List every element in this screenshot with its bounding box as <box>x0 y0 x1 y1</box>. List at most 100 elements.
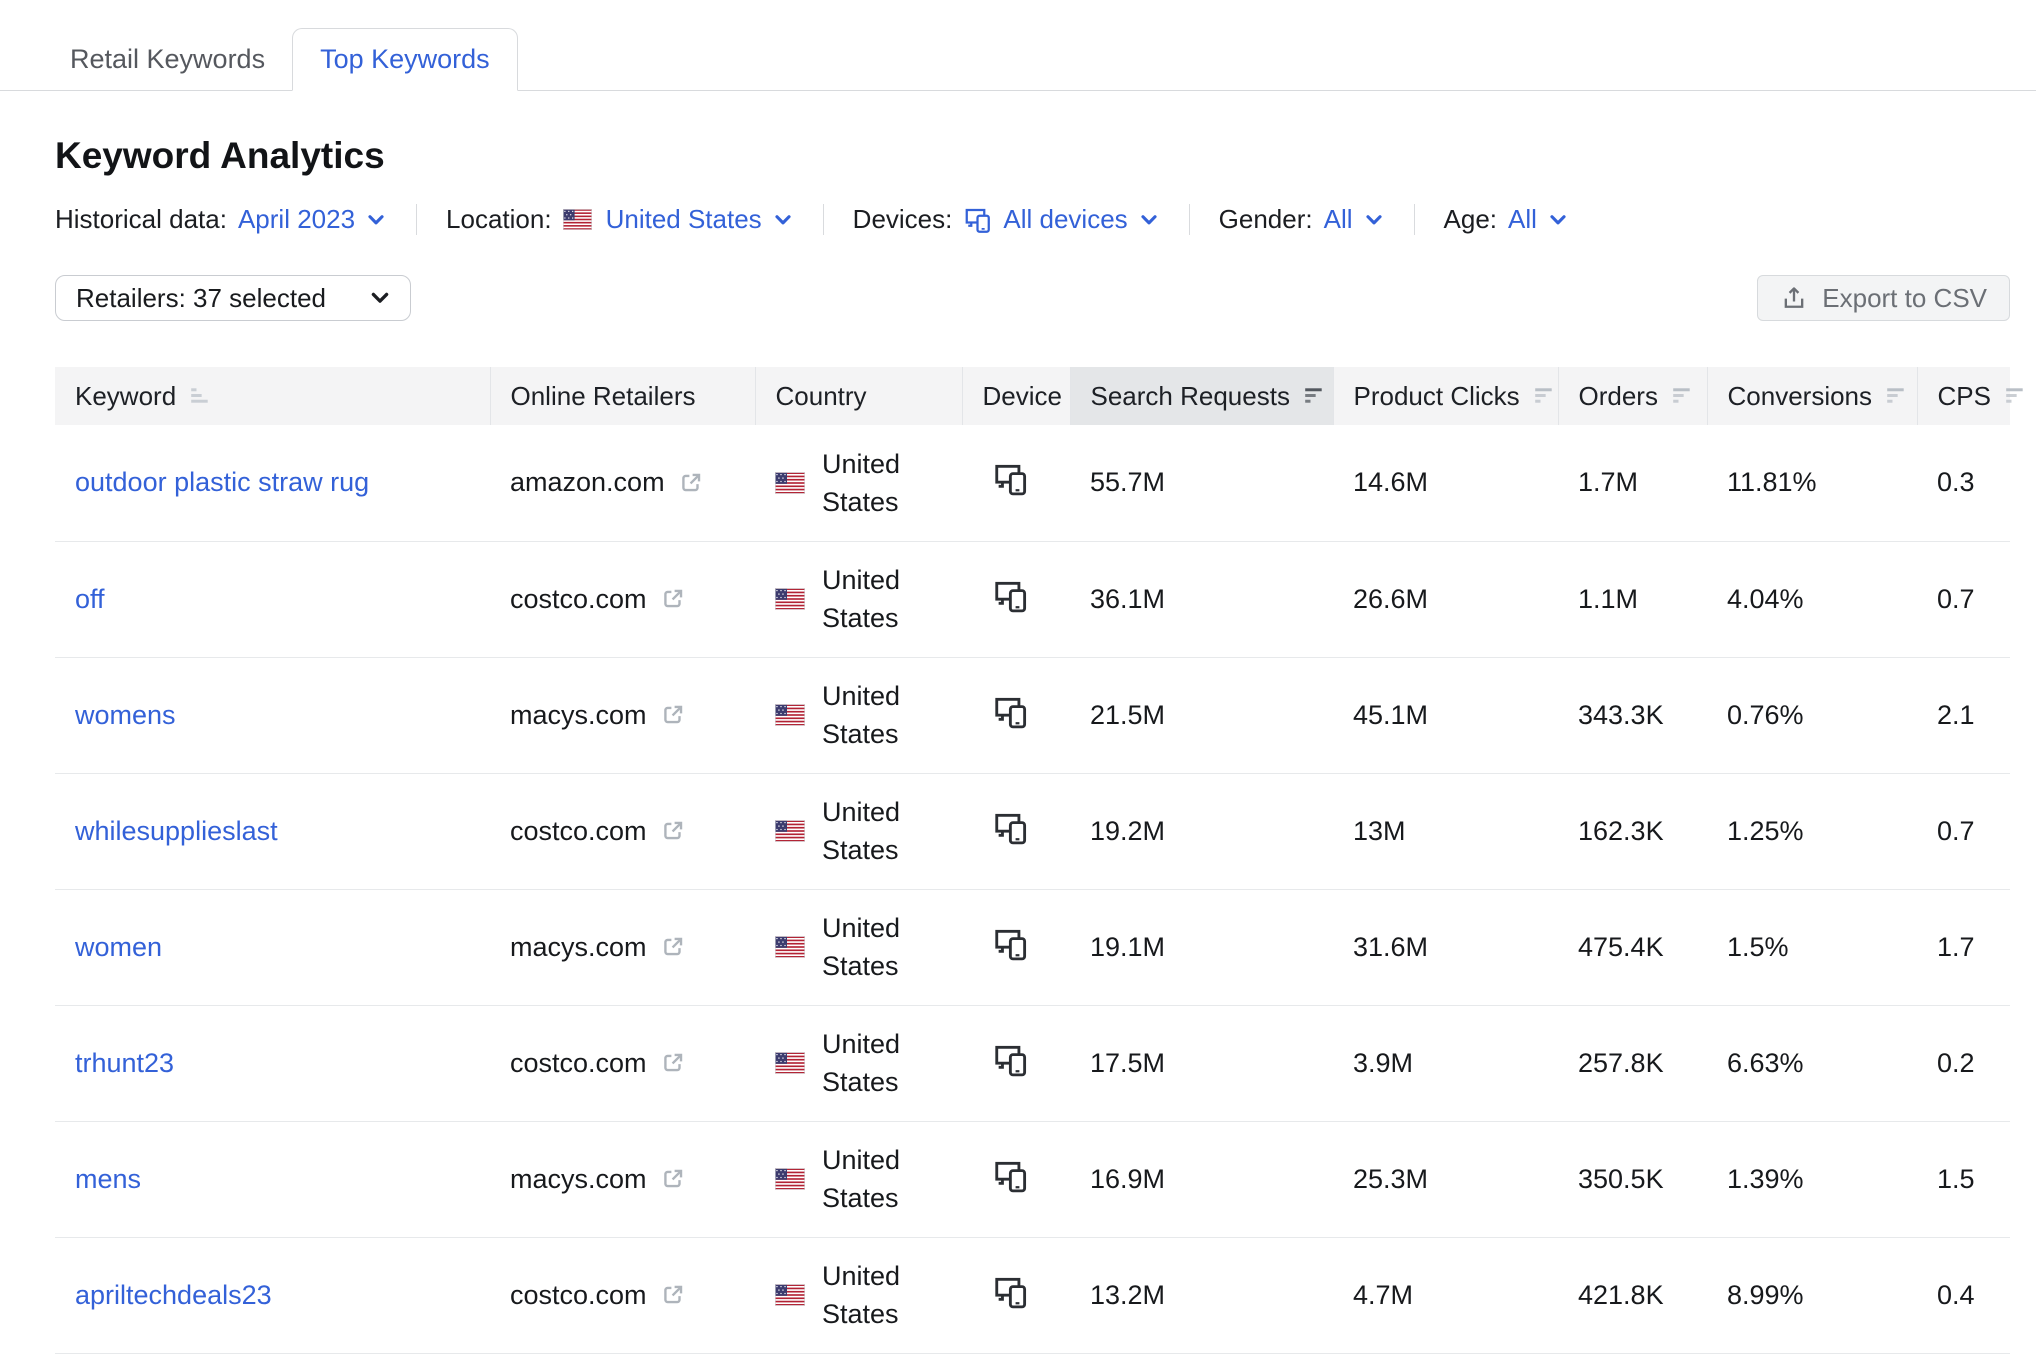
keyword-link[interactable]: mens <box>75 1164 141 1194</box>
column-header-online-retailers[interactable]: Online Retailers <box>490 367 755 425</box>
us-flag-icon <box>775 588 805 610</box>
column-header-keyword[interactable]: Keyword <box>55 367 490 425</box>
table-row: whilesupplieslast costco.com United Stat… <box>55 773 2010 889</box>
retailer-link[interactable]: macys.com <box>510 1164 686 1195</box>
cps-value: 2.1 <box>1917 657 2010 773</box>
search-requests-value: 36.1M <box>1070 541 1333 657</box>
keyword-link[interactable]: women <box>75 932 162 962</box>
conversions-value: 11.81% <box>1707 425 1917 541</box>
column-label: CPS <box>1938 381 1991 412</box>
column-label: Online Retailers <box>511 381 696 412</box>
table-row: mens macys.com United States 16.9M 25.3M… <box>55 1121 2010 1237</box>
search-requests-value: 13.2M <box>1070 1237 1333 1353</box>
external-link-icon[interactable] <box>660 1050 686 1076</box>
cps-value: 0.2 <box>1917 1005 2010 1121</box>
table-header-row: Keyword Online Retailers Country Device … <box>55 367 2010 425</box>
all-devices-icon <box>992 693 1030 731</box>
retailer-domain: costco.com <box>510 1280 647 1311</box>
retailer-link[interactable]: costco.com <box>510 584 686 615</box>
controls-row: Retailers: 37 selected Export to CSV <box>55 275 2010 321</box>
column-label: Orders <box>1579 381 1658 412</box>
product-clicks-value: 45.1M <box>1333 657 1558 773</box>
orders-value: 1.1M <box>1558 541 1707 657</box>
table-row: women macys.com United States 19.1M 31.6… <box>55 889 2010 1005</box>
external-link-icon[interactable] <box>660 1166 686 1192</box>
column-header-device[interactable]: Device <box>962 367 1070 425</box>
retailer-link[interactable]: costco.com <box>510 816 686 847</box>
orders-value: 343.3K <box>1558 657 1707 773</box>
location-label: Location: <box>446 204 552 235</box>
cps-value: 1.7 <box>1917 889 2010 1005</box>
external-link-icon[interactable] <box>660 1282 686 1308</box>
table-row: outdoor plastic straw rug amazon.com Uni… <box>55 425 2010 541</box>
chevron-down-icon <box>1138 209 1160 231</box>
retailer-link[interactable]: amazon.com <box>510 467 704 498</box>
table-row: off costco.com United States 36.1M 26.6M… <box>55 541 2010 657</box>
retailer-domain: amazon.com <box>510 467 665 498</box>
external-link-icon[interactable] <box>678 470 704 496</box>
column-header-orders[interactable]: Orders <box>1558 367 1707 425</box>
column-label: Country <box>776 381 867 412</box>
conversions-value: 8.99% <box>1707 1237 1917 1353</box>
filter-bar: Historical data: April 2023 Location: Un… <box>55 204 2010 235</box>
column-label: Keyword <box>75 381 176 412</box>
column-header-cps[interactable]: CPS <box>1917 367 2010 425</box>
conversions-value: 1.5% <box>1707 889 1917 1005</box>
keyword-link[interactable]: whilesupplieslast <box>75 816 278 846</box>
retailer-link[interactable]: costco.com <box>510 1048 686 1079</box>
retailer-link[interactable]: macys.com <box>510 932 686 963</box>
product-clicks-value: 14.6M <box>1333 425 1558 541</box>
retailer-domain: costco.com <box>510 816 647 847</box>
country-name: United States <box>822 909 926 985</box>
chevron-down-icon <box>368 286 392 310</box>
keyword-link[interactable]: womens <box>75 700 176 730</box>
orders-value: 475.4K <box>1558 889 1707 1005</box>
search-requests-value: 19.2M <box>1070 773 1333 889</box>
filter-historical-data: Historical data: April 2023 <box>55 204 387 235</box>
sort-descending-icon <box>2004 385 2026 407</box>
retailer-domain: costco.com <box>510 1048 647 1079</box>
historical-data-label: Historical data: <box>55 204 227 235</box>
tab-top-keywords[interactable]: Top Keywords <box>292 28 518 91</box>
keywords-table: Keyword Online Retailers Country Device … <box>55 367 2010 1354</box>
keyword-link[interactable]: outdoor plastic straw rug <box>75 467 369 497</box>
gender-dropdown[interactable]: All <box>1324 204 1385 235</box>
all-devices-icon <box>992 1157 1030 1195</box>
search-requests-value: 19.1M <box>1070 889 1333 1005</box>
filter-age: Age: All <box>1444 204 1569 235</box>
keyword-link[interactable]: apriltechdeals23 <box>75 1280 272 1310</box>
filter-divider <box>1189 204 1190 235</box>
export-button-label: Export to CSV <box>1822 283 1987 314</box>
us-flag-icon <box>563 209 592 230</box>
filter-devices: Devices: All devices <box>853 204 1160 235</box>
retailer-link[interactable]: macys.com <box>510 700 686 731</box>
cps-value: 0.7 <box>1917 773 2010 889</box>
external-link-icon[interactable] <box>660 586 686 612</box>
tab-retail-keywords[interactable]: Retail Keywords <box>70 28 275 90</box>
devices-value: All devices <box>1003 204 1127 235</box>
chevron-down-icon <box>1547 209 1569 231</box>
age-dropdown[interactable]: All <box>1508 204 1569 235</box>
external-link-icon[interactable] <box>660 818 686 844</box>
sort-descending-icon <box>1671 385 1693 407</box>
column-header-country[interactable]: Country <box>755 367 962 425</box>
retailer-link[interactable]: costco.com <box>510 1280 686 1311</box>
keyword-link[interactable]: trhunt23 <box>75 1048 174 1078</box>
column-header-search-requests[interactable]: Search Requests <box>1070 367 1333 425</box>
location-dropdown[interactable]: United States <box>563 204 794 235</box>
us-flag-icon <box>775 1168 805 1190</box>
conversions-value: 1.39% <box>1707 1121 1917 1237</box>
historical-data-dropdown[interactable]: April 2023 <box>238 204 387 235</box>
export-to-csv-button[interactable]: Export to CSV <box>1757 275 2010 321</box>
external-link-icon[interactable] <box>660 934 686 960</box>
external-link-icon[interactable] <box>660 702 686 728</box>
devices-dropdown[interactable]: All devices <box>963 204 1159 235</box>
column-header-conversions[interactable]: Conversions <box>1707 367 1917 425</box>
retailers-select[interactable]: Retailers: 37 selected <box>55 275 411 321</box>
column-header-product-clicks[interactable]: Product Clicks <box>1333 367 1558 425</box>
tab-bar: Retail Keywords Top Keywords <box>0 0 2036 91</box>
us-flag-icon <box>775 936 805 958</box>
keyword-link[interactable]: off <box>75 584 105 614</box>
sort-descending-icon <box>1303 385 1325 407</box>
all-devices-icon <box>992 1041 1030 1079</box>
